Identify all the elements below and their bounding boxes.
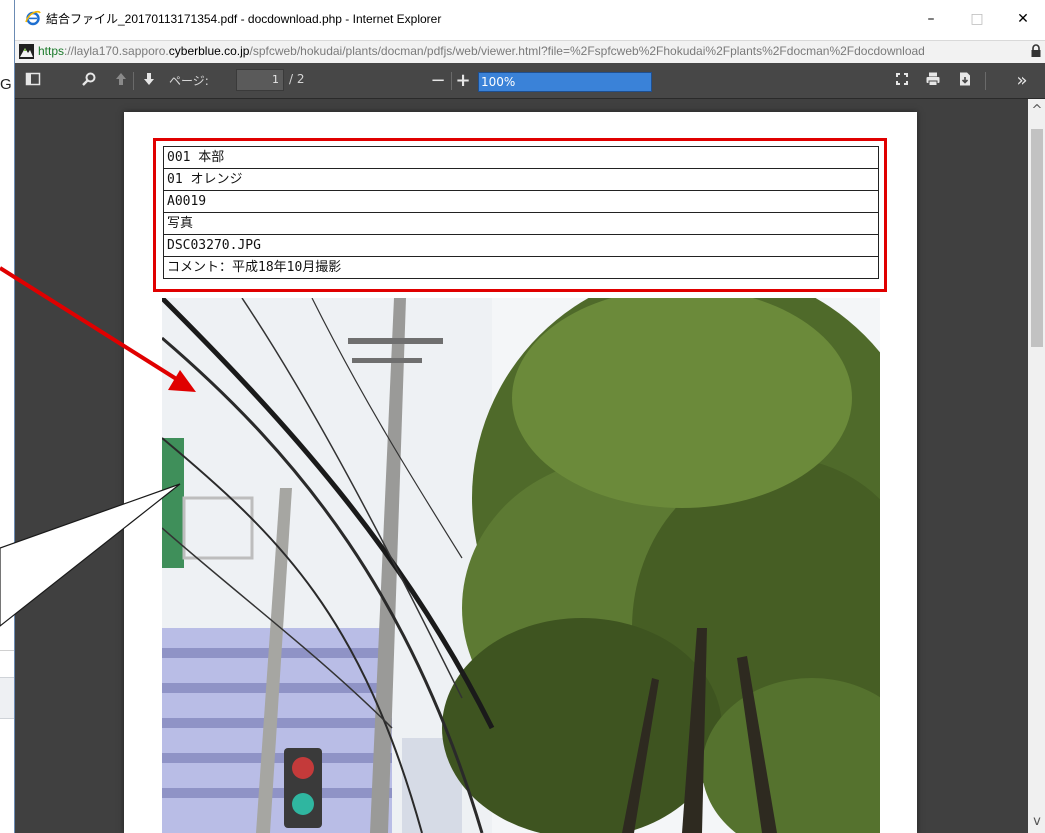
- maximize-button[interactable]: □: [954, 4, 1000, 34]
- site-favicon-icon: [19, 44, 34, 59]
- window-title: 結合ファイル_20170113171354.pdf - docdownload.…: [46, 12, 442, 26]
- internet-explorer-icon: [25, 10, 41, 26]
- page-label: ページ:: [169, 74, 209, 88]
- search-icon[interactable]: [79, 71, 99, 91]
- close-button[interactable]: ✕: [1000, 4, 1045, 34]
- download-icon[interactable]: [955, 71, 975, 91]
- pdf-viewer[interactable]: 001 本部 01 オレンジ A0019 写真 DSC03270.JPG コメン…: [15, 99, 1028, 833]
- arrow-up-icon[interactable]: [111, 71, 131, 91]
- page-total: / 2: [289, 72, 305, 86]
- print-icon[interactable]: [923, 71, 943, 91]
- minimize-button[interactable]: –: [908, 4, 954, 34]
- zoom-out-button[interactable]: −: [428, 71, 448, 91]
- arrow-down-icon[interactable]: [139, 71, 159, 91]
- more-tools-button[interactable]: »: [1012, 71, 1032, 91]
- browser-window: 結合ファイル_20170113171354.pdf - docdownload.…: [14, 0, 1045, 833]
- sidebar-toggle-icon[interactable]: [23, 71, 43, 91]
- url-host: cyberblue.co.jp: [168, 44, 250, 58]
- url-path: /spfcweb/hokudai/plants/docman/pdfjs/web…: [249, 44, 925, 58]
- street-photo: [162, 298, 880, 833]
- address-url[interactable]: https://layla170.sapporo.cyberblue.co.jp…: [38, 44, 925, 58]
- zoom-select[interactable]: 100%: [478, 72, 652, 92]
- scroll-up-icon[interactable]: ^: [1028, 103, 1045, 118]
- address-bar[interactable]: https://layla170.sapporo.cyberblue.co.jp…: [15, 40, 1045, 64]
- vertical-scrollbar[interactable]: ^ v: [1028, 99, 1045, 833]
- highlight-box: [153, 138, 887, 292]
- toolbar-separator: [451, 72, 452, 90]
- fullscreen-icon[interactable]: [892, 71, 912, 91]
- background-text-fragment: G: [0, 76, 12, 93]
- url-scheme: https: [38, 44, 65, 58]
- zoom-in-button[interactable]: +: [453, 71, 473, 91]
- url-host-prefix: ://layla170.sapporo.: [64, 44, 169, 58]
- scroll-thumb[interactable]: [1031, 129, 1043, 347]
- lock-icon[interactable]: [1030, 44, 1042, 58]
- pdf-toolbar: ページ: 1 / 2 − + 100% »: [15, 63, 1045, 99]
- pdf-page: 001 本部 01 オレンジ A0019 写真 DSC03270.JPG コメン…: [124, 112, 917, 833]
- toolbar-separator: [985, 72, 986, 90]
- mountain-logo-icon: [20, 48, 33, 57]
- toolbar-separator: [133, 72, 134, 90]
- page-number-input[interactable]: 1: [236, 69, 284, 91]
- scroll-down-icon[interactable]: v: [1028, 814, 1045, 829]
- title-bar: 結合ファイル_20170113171354.pdf - docdownload.…: [15, 0, 1045, 40]
